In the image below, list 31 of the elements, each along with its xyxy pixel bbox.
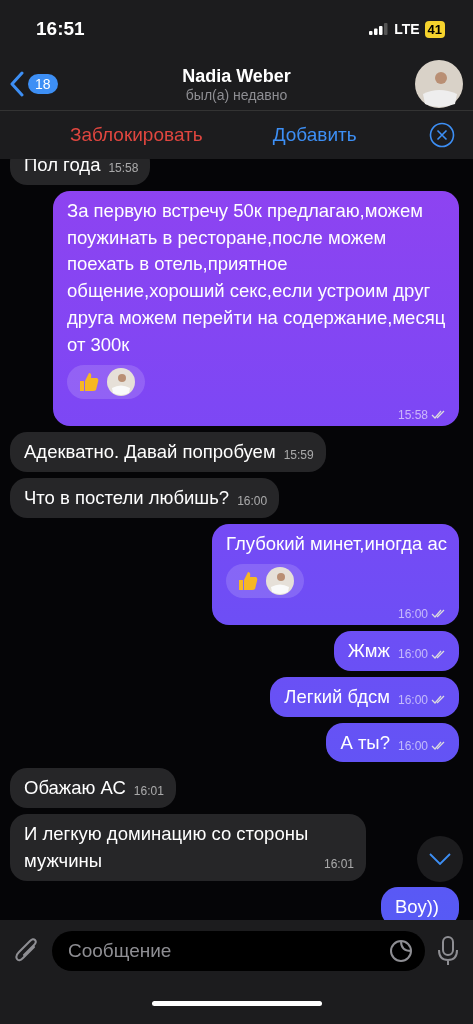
message-text: А ты?	[340, 731, 390, 753]
message-text: Глубокий минет,иногда ас	[225, 532, 447, 554]
message-input[interactable]: Сообщение	[52, 931, 425, 971]
message-time: 16:00	[397, 737, 428, 755]
message-time: 16:00	[397, 691, 428, 709]
add-button[interactable]: Добавить	[272, 124, 357, 146]
message-time: 15:59	[283, 447, 314, 465]
message-text: Адекватно. Давай попробуем	[24, 441, 276, 463]
message-time: 15:58	[108, 160, 139, 177]
unread-badge: 18	[28, 74, 58, 94]
message-text: Обажаю АС	[24, 777, 126, 799]
message-text: За первую встречу 50к предлагаю,можем поужинать в ресторане,после можем поехать в отель,приятное общение,хороший секс,если устроим друг друга можем перейти на содержание,месяц от 300к	[67, 199, 446, 355]
message-time: 16:00	[397, 605, 428, 623]
message-text: Жмж	[347, 639, 390, 661]
message-text: Воу))	[395, 895, 439, 917]
block-button[interactable]: Заблокировать	[70, 124, 203, 146]
message-time: 16:00	[397, 645, 428, 663]
last-seen: был(а) недавно	[185, 86, 288, 103]
message-text: И легкую доминацию со стороны мужчины	[24, 823, 309, 871]
contact-name: Nadia Weber	[182, 65, 291, 87]
battery-level: 41	[424, 20, 445, 38]
message-time: 15:58	[397, 406, 428, 424]
message-time: 16:00	[237, 492, 268, 510]
message-text: Пол года	[24, 159, 101, 175]
message-time: 16:01	[133, 783, 164, 801]
back-button[interactable]: 18	[10, 71, 100, 97]
message-time: 16:01	[323, 855, 354, 873]
network-label: LTE	[394, 21, 420, 37]
message-text: Легкий бдсм	[284, 685, 390, 707]
message-text: Что в постели любишь?	[24, 486, 230, 508]
status-time: 16:51	[36, 18, 85, 40]
